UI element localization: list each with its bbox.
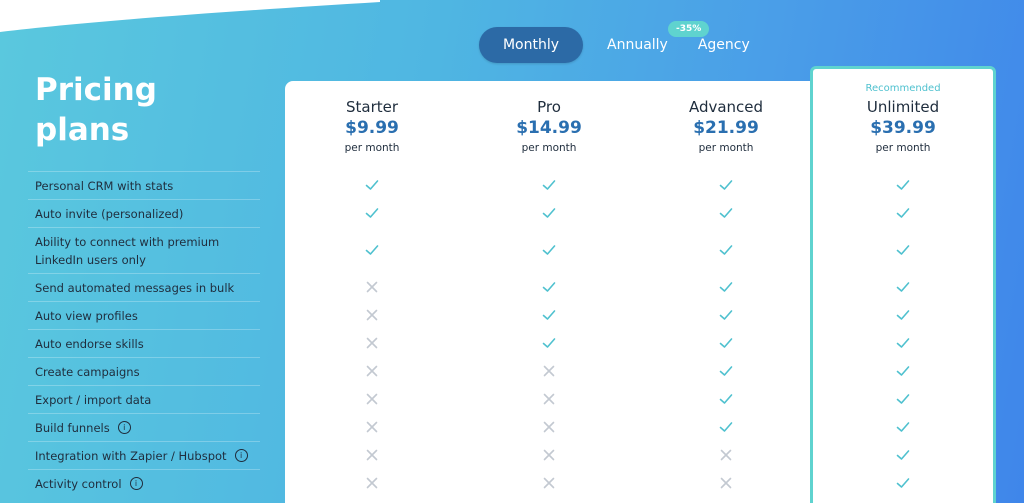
plan-period: per month — [344, 142, 400, 154]
check-icon — [365, 245, 379, 255]
check-icon — [542, 338, 556, 348]
feature-label: Integration with Zapier / Hubspot — [35, 448, 227, 463]
plan-name: Unlimited — [866, 98, 940, 116]
feature-row: Build funnels i — [28, 413, 260, 441]
feature-label: Send automated messages in bulk — [35, 280, 235, 295]
plan-header-pro: Pro $14.99 per month — [461, 98, 637, 156]
cross-icon — [366, 365, 378, 377]
check-icon — [719, 180, 733, 190]
feature-row: Integration with Zapier / Hubspot i — [28, 441, 260, 469]
cross-icon — [366, 337, 378, 349]
feature-label: Build funnels — [35, 420, 110, 435]
check-icon — [542, 282, 556, 292]
check-icon — [542, 310, 556, 320]
feature-label: Auto view profiles — [35, 308, 138, 323]
check-icon — [896, 422, 910, 432]
discount-badge: -35% — [668, 21, 710, 37]
check-icon — [719, 245, 733, 255]
plan-period: per month — [875, 142, 931, 154]
plan-header-advanced: Advanced $21.99 per month — [638, 98, 814, 156]
check-icon — [896, 478, 910, 488]
cross-icon — [366, 309, 378, 321]
feature-row: Auto invite (personalized) — [28, 199, 260, 227]
feature-row: Auto endorse skills — [28, 329, 260, 357]
cross-icon — [366, 449, 378, 461]
feature-label: Ability to connect with premium LinkedIn… — [35, 234, 220, 267]
toggle-monthly[interactable]: Monthly — [479, 27, 583, 63]
cross-icon — [543, 421, 555, 433]
plan-name: Advanced — [688, 98, 764, 116]
check-icon — [542, 180, 556, 190]
feature-label: Activity control — [35, 476, 122, 491]
info-icon[interactable]: i — [234, 449, 248, 462]
feature-label: Personal CRM with stats — [35, 178, 174, 193]
plan-price: $14.99 — [516, 118, 582, 138]
cross-icon — [366, 281, 378, 293]
info-icon[interactable]: i — [129, 477, 143, 490]
feature-row: Ability to connect with premium LinkedIn… — [28, 227, 260, 273]
cross-icon — [720, 449, 732, 461]
plan-name: Starter — [345, 98, 399, 116]
check-icon — [896, 394, 910, 404]
cross-icon — [720, 477, 732, 489]
plan-price: $9.99 — [345, 118, 399, 138]
check-icon — [719, 422, 733, 432]
check-icon — [719, 310, 733, 320]
cross-icon — [366, 421, 378, 433]
check-icon — [542, 208, 556, 218]
feature-row: Export / import data — [28, 385, 260, 413]
cross-icon — [543, 477, 555, 489]
cross-icon — [543, 365, 555, 377]
info-icon[interactable]: i — [117, 421, 131, 434]
plan-price: $39.99 — [870, 118, 936, 138]
check-icon — [365, 180, 379, 190]
check-icon — [719, 338, 733, 348]
cross-icon — [366, 393, 378, 405]
feature-row: Create campaigns — [28, 357, 260, 385]
feature-row: Personal CRM with stats — [28, 171, 260, 199]
check-icon — [896, 245, 910, 255]
check-icon — [896, 310, 910, 320]
feature-row: Activity control i — [28, 469, 260, 497]
cross-icon — [366, 477, 378, 489]
plan-period: per month — [698, 142, 754, 154]
feature-label: Create campaigns — [35, 364, 140, 379]
check-icon — [719, 366, 733, 376]
check-icon — [896, 208, 910, 218]
billing-toggle: Monthly Annually Agency — [479, 27, 774, 63]
cross-icon — [543, 393, 555, 405]
recommended-label: Recommended — [865, 83, 941, 94]
feature-row: Auto view profiles — [28, 301, 260, 329]
check-icon — [719, 394, 733, 404]
plan-header-unlimited: Unlimited $39.99 per month — [815, 98, 991, 156]
check-icon — [896, 338, 910, 348]
cross-icon — [543, 449, 555, 461]
feature-list: Personal CRM with stats Auto invite (pers… — [28, 171, 260, 497]
page-title: Pricing plans — [35, 72, 157, 148]
plan-price: $21.99 — [693, 118, 759, 138]
check-icon — [896, 282, 910, 292]
plan-name: Pro — [537, 98, 561, 116]
plan-header-starter: Starter $9.99 per month — [284, 98, 460, 156]
feature-row: Send automated messages in bulk — [28, 273, 260, 301]
check-icon — [896, 450, 910, 460]
check-icon — [896, 366, 910, 376]
feature-label: Auto endorse skills — [35, 336, 144, 351]
check-icon — [365, 208, 379, 218]
check-icon — [896, 180, 910, 190]
plan-period: per month — [521, 142, 577, 154]
check-icon — [542, 245, 556, 255]
feature-label: Auto invite (personalized) — [35, 206, 184, 221]
check-icon — [719, 208, 733, 218]
toggle-annually[interactable]: Annually — [583, 27, 682, 63]
check-icon — [719, 282, 733, 292]
feature-label: Export / import data — [35, 392, 152, 407]
